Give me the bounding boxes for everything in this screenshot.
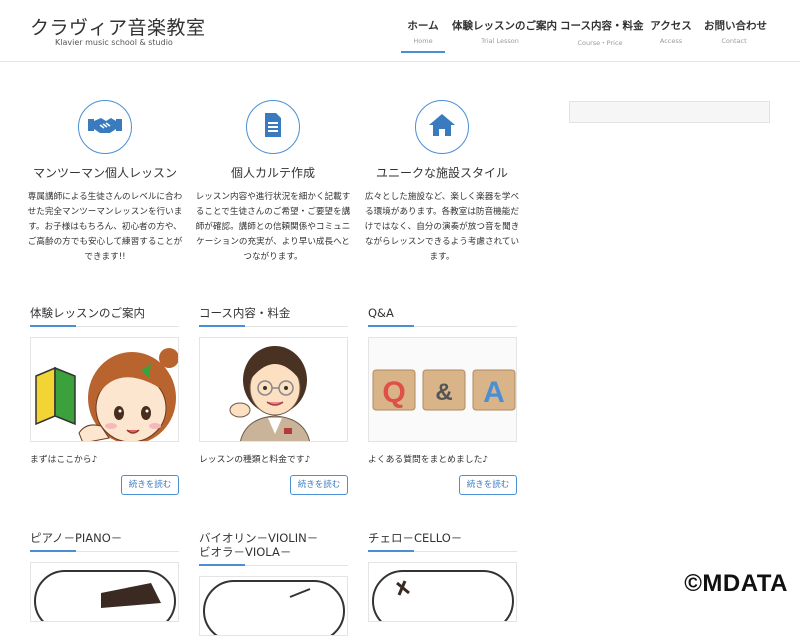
beginner-girl-illustration: [31, 338, 179, 442]
feature-one-to-one: マンツーマン個人レッスン 専属講師による生徒さんのレベルに合わせた完全マンツーマ…: [25, 100, 185, 265]
read-more-button[interactable]: 続きを読む: [459, 475, 517, 495]
nav-item-label: ホーム: [404, 18, 442, 33]
nav-item-sublabel: Contact: [704, 37, 764, 45]
feature-description: 専属講師による生徒さんのレベルに合わせた完全マンツーマンレッスンを行います。お子…: [25, 190, 185, 265]
cello-illustration: [369, 563, 517, 622]
nav-item-course-price[interactable]: コース内容・料金 Course・Price: [560, 18, 640, 47]
card-image-trial[interactable]: [30, 337, 179, 442]
feature-unique-facility: ユニークな施設スタイル 広々とした施設など、楽しく楽器を学べる環境があります。各…: [362, 100, 522, 265]
nav-item-sublabel: Trial Lesson: [452, 37, 548, 45]
feature-icon-circle: [78, 100, 132, 154]
nav-item-label: コース内容・料金: [560, 18, 640, 33]
qa-blocks-illustration: Q & A: [369, 338, 517, 442]
main-nav: ホーム Home 体験レッスンのご案内 Trial Lesson コース内容・料…: [0, 18, 800, 58]
card-trial-lesson: 体験レッスンのご案内 まずはここから♪ 続きを読む: [30, 306, 179, 465]
card-text: まずはここから♪: [30, 452, 179, 465]
feature-description: 広々とした施設など、楽しく楽器を学べる環境があります。各教室は防音機能だけではな…: [362, 190, 522, 265]
card-text: よくある質問をまとめました♪: [368, 452, 517, 465]
qa-block-a: A: [483, 376, 505, 409]
nav-item-label: 体験レッスンのご案内: [452, 18, 548, 33]
card-title[interactable]: Q&A: [368, 306, 517, 327]
nav-item-label: お問い合わせ: [704, 18, 764, 33]
feature-title: マンツーマン個人レッスン: [25, 164, 185, 181]
home-icon: [428, 113, 456, 141]
handshake-icon: [88, 113, 122, 141]
nav-item-contact[interactable]: お問い合わせ Contact: [704, 18, 764, 45]
nav-active-indicator: [401, 51, 445, 53]
card-course-price: コース内容・料金 レッスンの種類と料金です♪ 続きを読む: [199, 306, 348, 465]
nav-item-label: アクセス: [650, 18, 692, 33]
feature-icon-circle: [415, 100, 469, 154]
card-title[interactable]: チェロ－CELLO－: [368, 531, 517, 552]
feature-description: レッスン内容や進行状況を細かく記載することで生徒さんのご希望・ご要望を講師が確認…: [193, 190, 353, 265]
sidebar-search-box[interactable]: [569, 101, 770, 123]
qa-block-q: Q: [382, 376, 405, 409]
card-cello: チェロ－CELLO－: [368, 531, 517, 622]
violin-illustration: [200, 577, 348, 636]
card-text: レッスンの種類と料金です♪: [199, 452, 348, 465]
nav-item-trial-lesson[interactable]: 体験レッスンのご案内 Trial Lesson: [452, 18, 548, 45]
card-title[interactable]: 体験レッスンのご案内: [30, 306, 179, 327]
card-image-course[interactable]: [199, 337, 348, 442]
teacher-illustration: [200, 338, 348, 442]
card-title[interactable]: ピアノ－PIANO－: [30, 531, 179, 552]
feature-icon-circle: [246, 100, 300, 154]
nav-item-sublabel: Home: [404, 37, 442, 45]
piano-illustration: [31, 563, 179, 622]
card-image-violin[interactable]: [199, 576, 348, 636]
card-title[interactable]: コース内容・料金: [199, 306, 348, 327]
card-image-cello[interactable]: [368, 562, 517, 622]
document-icon: [263, 112, 283, 142]
card-piano: ピアノ－PIANO－: [30, 531, 179, 622]
card-violin-viola: バイオリン－VIOLIN－ ビオラ－VIOLA－: [199, 531, 348, 636]
nav-item-sublabel: Access: [650, 37, 692, 45]
card-qa: Q&A Q & A よくある質問をまとめました♪ 続きを読む: [368, 306, 517, 465]
nav-item-access[interactable]: アクセス Access: [650, 18, 692, 45]
copyright-watermark: ©MDATA: [684, 570, 788, 598]
read-more-button[interactable]: 続きを読む: [121, 475, 179, 495]
feature-personal-chart: 個人カルテ作成 レッスン内容や進行状況を細かく記載することで生徒さんのご希望・ご…: [193, 100, 353, 265]
card-title[interactable]: バイオリン－VIOLIN－ ビオラ－VIOLA－: [199, 531, 348, 566]
nav-item-home[interactable]: ホーム Home: [404, 18, 442, 45]
card-image-qa[interactable]: Q & A: [368, 337, 517, 442]
feature-title: 個人カルテ作成: [193, 164, 353, 181]
nav-item-sublabel: Course・Price: [560, 37, 640, 47]
qa-block-amp: &: [435, 379, 452, 406]
feature-title: ユニークな施設スタイル: [362, 164, 522, 181]
card-image-piano[interactable]: [30, 562, 179, 622]
read-more-button[interactable]: 続きを読む: [290, 475, 348, 495]
